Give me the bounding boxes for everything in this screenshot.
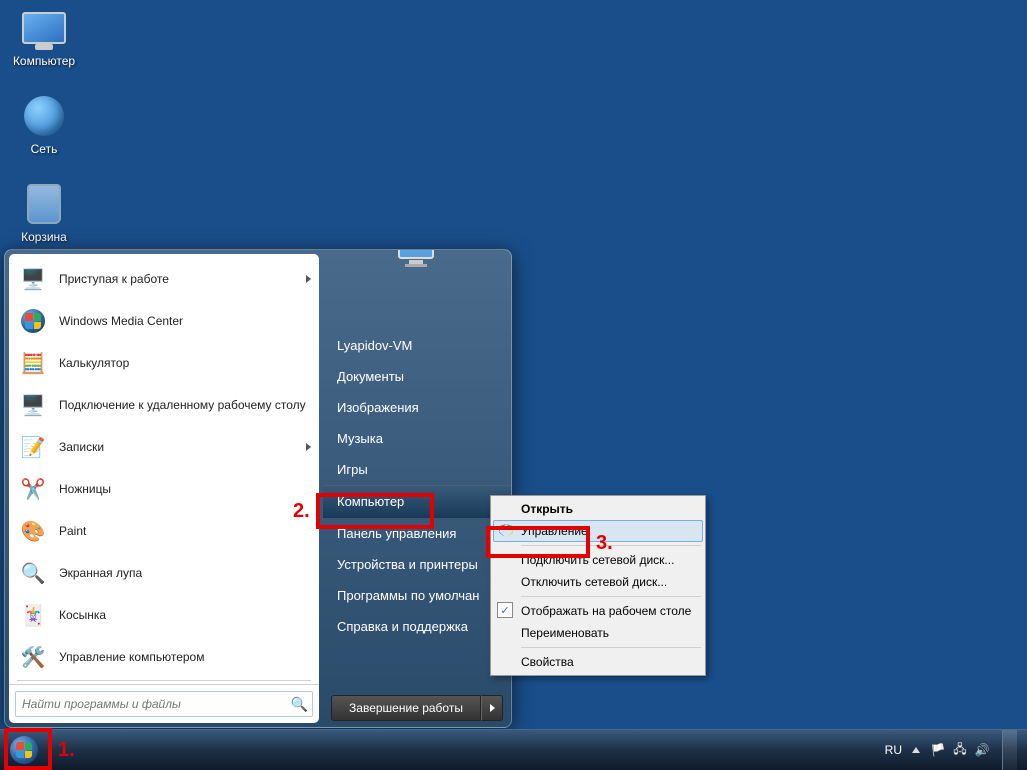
right-link-controlpanel[interactable]: Панель управления (323, 518, 511, 549)
start-menu-left-pane: 🖥️ Приступая к работе Windows Media Cent… (9, 254, 319, 723)
language-indicator[interactable]: RU (885, 743, 902, 757)
wmc-icon (17, 305, 49, 337)
program-solitaire[interactable]: 🃏 Косынка (11, 594, 317, 636)
ctx-open[interactable]: Открыть (493, 498, 703, 520)
shield-icon (498, 523, 514, 539)
program-label: Приступая к работе (59, 272, 302, 286)
program-label: Калькулятор (59, 356, 311, 370)
start-menu: 🖥️ Приступая к работе Windows Media Cent… (4, 249, 512, 728)
calculator-icon: 🧮 (17, 347, 49, 379)
program-snipping[interactable]: ✂️ Ножницы (11, 468, 317, 510)
ctx-label: Отключить сетевой диск... (521, 575, 667, 589)
separator (521, 596, 701, 597)
compmgmt-icon: 🛠️ (17, 641, 49, 673)
right-link-music[interactable]: Музыка (323, 423, 511, 454)
right-link-username[interactable]: Lyapidov-VM (323, 330, 511, 361)
ctx-label: Открыть (521, 502, 573, 516)
user-avatar-icon (389, 249, 445, 276)
desktop-icon-computer[interactable]: Компьютер (4, 4, 84, 68)
program-label: Подключение к удаленному рабочему столу (59, 398, 311, 412)
stickynotes-icon: 📝 (17, 431, 49, 463)
solitaire-icon: 🃏 (17, 599, 49, 631)
search-box[interactable]: 🔍 (15, 691, 313, 717)
submenu-arrow-icon (306, 443, 311, 451)
ctx-showondesktop[interactable]: ✓ Отображать на рабочем столе (493, 600, 703, 622)
start-menu-programs: 🖥️ Приступая к работе Windows Media Cent… (9, 254, 319, 684)
submenu-arrow-icon (306, 275, 311, 283)
program-compmgmt[interactable]: 🛠️ Управление компьютером (11, 636, 317, 678)
desktop-icon-label: Сеть (4, 142, 84, 156)
shutdown-options-button[interactable] (481, 695, 503, 721)
program-stickynotes[interactable]: 📝 Записки (11, 426, 317, 468)
ctx-label: Свойства (521, 655, 574, 669)
start-menu-search: 🔍 (9, 684, 319, 723)
program-label: Управление компьютером (59, 650, 311, 664)
desktop[interactable]: Компьютер Сеть Корзина 🖥️ Приступая к ра… (0, 0, 1027, 770)
right-link-games[interactable]: Игры (323, 454, 511, 485)
program-label: Экранная лупа (59, 566, 311, 580)
right-link-defaultprograms[interactable]: Программы по умолчан (323, 580, 511, 611)
search-icon: 🔍 (291, 696, 308, 713)
system-tray: RU 🏳️ 🖧 🔊 (885, 730, 1027, 770)
show-desktop-button[interactable] (1002, 730, 1017, 770)
ctx-disconnectdrive[interactable]: Отключить сетевой диск... (493, 571, 703, 593)
desktop-icon-label: Компьютер (4, 54, 84, 68)
volume-icon[interactable]: 🔊 (974, 742, 990, 758)
right-link-documents[interactable]: Документы (323, 361, 511, 392)
program-label: Windows Media Center (59, 314, 311, 328)
arrow-right-icon (490, 704, 495, 712)
ctx-label: Подключить сетевой диск... (521, 553, 674, 567)
program-label: Paint (59, 524, 311, 538)
shutdown-group: Завершение работы (331, 695, 503, 721)
ctx-label: Управление (521, 524, 588, 538)
desktop-icon-network[interactable]: Сеть (4, 92, 84, 156)
windows-logo-icon (10, 736, 38, 764)
recyclebin-icon (20, 180, 68, 228)
separator (521, 545, 701, 546)
desktop-icon-recyclebin[interactable]: Корзина (4, 180, 84, 244)
getting-started-icon: 🖥️ (17, 263, 49, 295)
program-paint[interactable]: 🎨 Paint (11, 510, 317, 552)
paint-icon: 🎨 (17, 515, 49, 547)
tray-overflow-icon[interactable] (912, 747, 920, 753)
program-magnifier[interactable]: 🔍 Экранная лупа (11, 552, 317, 594)
ctx-rename[interactable]: Переименовать (493, 622, 703, 644)
globe-icon (20, 92, 68, 140)
rdp-icon: 🖥️ (17, 389, 49, 421)
desktop-icon-label: Корзина (4, 230, 84, 244)
right-link-pictures[interactable]: Изображения (323, 392, 511, 423)
search-input[interactable] (20, 696, 291, 712)
program-label: Ножницы (59, 482, 311, 496)
right-link-help[interactable]: Справка и поддержка (323, 611, 511, 642)
program-label: Записки (59, 440, 302, 454)
ctx-label: Переименовать (521, 626, 609, 640)
separator (521, 647, 701, 648)
ctx-properties[interactable]: Свойства (493, 651, 703, 673)
program-label: Косынка (59, 608, 311, 622)
program-getting-started[interactable]: 🖥️ Приступая к работе (11, 258, 317, 300)
magnifier-icon: 🔍 (17, 557, 49, 589)
ctx-label: Отображать на рабочем столе (521, 604, 691, 618)
right-link-computer[interactable]: Компьютер (323, 485, 511, 518)
action-center-icon[interactable]: 🏳️ (930, 742, 946, 758)
separator (17, 680, 311, 681)
ctx-manage[interactable]: Управление (493, 520, 703, 542)
network-icon[interactable]: 🖧 (952, 742, 968, 758)
context-menu: Открыть Управление Подключить сетевой ди… (490, 495, 706, 676)
right-link-devices[interactable]: Устройства и принтеры (323, 549, 511, 580)
start-button[interactable] (4, 730, 44, 770)
program-rdp[interactable]: 🖥️ Подключение к удаленному рабочему сто… (11, 384, 317, 426)
scissors-icon: ✂️ (17, 473, 49, 505)
taskbar[interactable]: RU 🏳️ 🖧 🔊 (0, 729, 1027, 770)
start-menu-right-pane: Lyapidov-VM Документы Изображения Музыка… (323, 250, 511, 727)
program-calculator[interactable]: 🧮 Калькулятор (11, 342, 317, 384)
program-wmc[interactable]: Windows Media Center (11, 300, 317, 342)
ctx-mapdrive[interactable]: Подключить сетевой диск... (493, 549, 703, 571)
shutdown-button[interactable]: Завершение работы (331, 695, 481, 721)
checkbox-icon: ✓ (497, 602, 513, 618)
monitor-icon (20, 4, 68, 52)
